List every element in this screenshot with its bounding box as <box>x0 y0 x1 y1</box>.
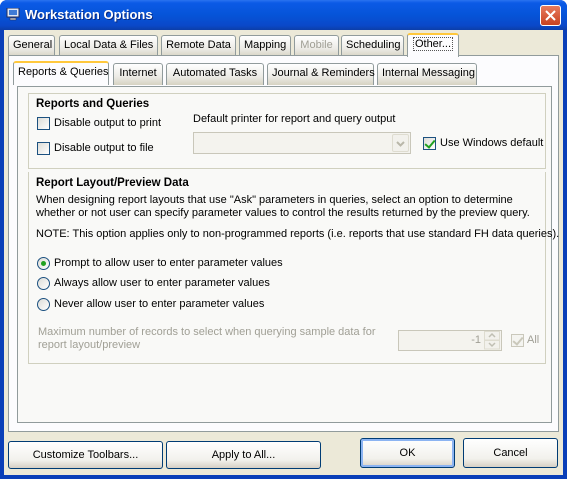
use-windows-default-label: Use Windows default <box>440 137 544 149</box>
group-heading: Report Layout/Preview Data <box>36 177 189 189</box>
description-line-1: When designing report layouts that use "… <box>36 194 513 206</box>
radio-always-label: Always allow user to enter parameter val… <box>54 277 270 289</box>
reports-queries-group: Reports and Queries Disable output to pr… <box>28 93 546 169</box>
tab-journal-reminders[interactable]: Journal & Reminders <box>267 63 375 85</box>
all-checkbox <box>511 334 524 347</box>
disable-print-checkbox[interactable] <box>37 117 50 130</box>
tab-label: Remote Data <box>166 39 231 51</box>
computer-icon <box>6 8 20 21</box>
radio-never-label: Never allow user to enter parameter valu… <box>54 298 265 310</box>
button-label: Customize Toolbars... <box>32 449 139 461</box>
tab-label: Local Data & Files <box>64 39 154 51</box>
tab-local-data-files[interactable]: Local Data & Files <box>59 35 158 57</box>
workstation-options-window: Workstation Options General Local Data &… <box>0 0 567 479</box>
spin-arrows-icon <box>484 331 500 350</box>
tab-label: Internal Messaging <box>382 67 475 79</box>
max-records-label-2: report layout/preview <box>38 339 141 351</box>
radio-prompt-label: Prompt to allow user to enter parameter … <box>54 257 283 269</box>
tab-mapping[interactable]: Mapping <box>239 35 291 57</box>
button-label: Cancel <box>493 447 528 459</box>
layout-preview-group: Report Layout/Preview Data When designin… <box>28 172 559 364</box>
dialog-client-area: General Local Data & Files Remote Data M… <box>4 30 563 475</box>
tab-label: Mapping <box>244 39 287 51</box>
radio-never[interactable] <box>37 298 50 311</box>
chevron-down-icon <box>396 141 405 147</box>
tab-label: Other... <box>412 37 454 51</box>
tab-internet[interactable]: Internet <box>113 63 163 85</box>
note-text: NOTE: This option applies only to non-pr… <box>36 228 560 240</box>
tab-label: Journal & Reminders <box>272 67 375 79</box>
disable-file-label: Disable output to file <box>54 142 154 154</box>
tab-label: General <box>13 39 53 51</box>
tab-remote-data[interactable]: Remote Data <box>161 35 236 57</box>
apply-to-all-button[interactable]: Apply to All... <box>166 441 321 469</box>
tab-label: Scheduling <box>346 39 401 51</box>
printer-label: Default printer for report and query out… <box>193 113 396 125</box>
radio-always[interactable] <box>37 277 50 290</box>
ok-button[interactable]: OK <box>360 438 455 468</box>
disable-file-checkbox[interactable] <box>37 142 50 155</box>
reports-queries-panel: Reports and Queries Disable output to pr… <box>17 86 559 423</box>
tab-scheduling[interactable]: Scheduling <box>341 35 404 57</box>
max-records-label-1: Maximum number of records to select when… <box>38 326 376 338</box>
tab-mobile: Mobile <box>294 35 339 57</box>
description-line-2: whether or not user can specify paramete… <box>36 207 530 219</box>
tab-label: Internet <box>119 67 157 79</box>
tab-reports-queries[interactable]: Reports & Queries <box>13 61 109 85</box>
tab-label: Mobile <box>300 39 333 51</box>
max-records-spinner[interactable]: -1 <box>398 330 502 351</box>
all-label: All <box>527 334 540 346</box>
disable-print-label: Disable output to print <box>54 117 162 129</box>
customize-toolbars-button[interactable]: Customize Toolbars... <box>8 441 163 469</box>
close-button[interactable] <box>540 5 561 26</box>
tab-other[interactable]: Other... <box>407 33 459 57</box>
cancel-button[interactable]: Cancel <box>463 438 558 468</box>
button-label: Apply to All... <box>211 449 276 461</box>
dropdown-button[interactable] <box>392 134 409 152</box>
title-bar[interactable]: Workstation Options <box>0 0 567 30</box>
max-records-value: -1 <box>471 334 481 346</box>
tab-label: Automated Tasks <box>172 67 258 79</box>
default-printer-select[interactable] <box>193 132 411 154</box>
use-windows-default-checkbox[interactable] <box>423 137 436 150</box>
tab-general[interactable]: General <box>8 35 55 57</box>
close-icon <box>545 10 556 21</box>
tab-label: Reports & Queries <box>18 66 109 78</box>
radio-prompt[interactable] <box>37 257 50 270</box>
window-title: Workstation Options <box>25 7 153 22</box>
tab-automated-tasks[interactable]: Automated Tasks <box>166 63 264 85</box>
button-label: OK <box>399 447 416 459</box>
other-tab-panel: Reports & Queries Internet Automated Tas… <box>8 55 559 432</box>
tab-internal-messaging[interactable]: Internal Messaging <box>377 63 477 85</box>
group-heading: Reports and Queries <box>36 98 150 110</box>
